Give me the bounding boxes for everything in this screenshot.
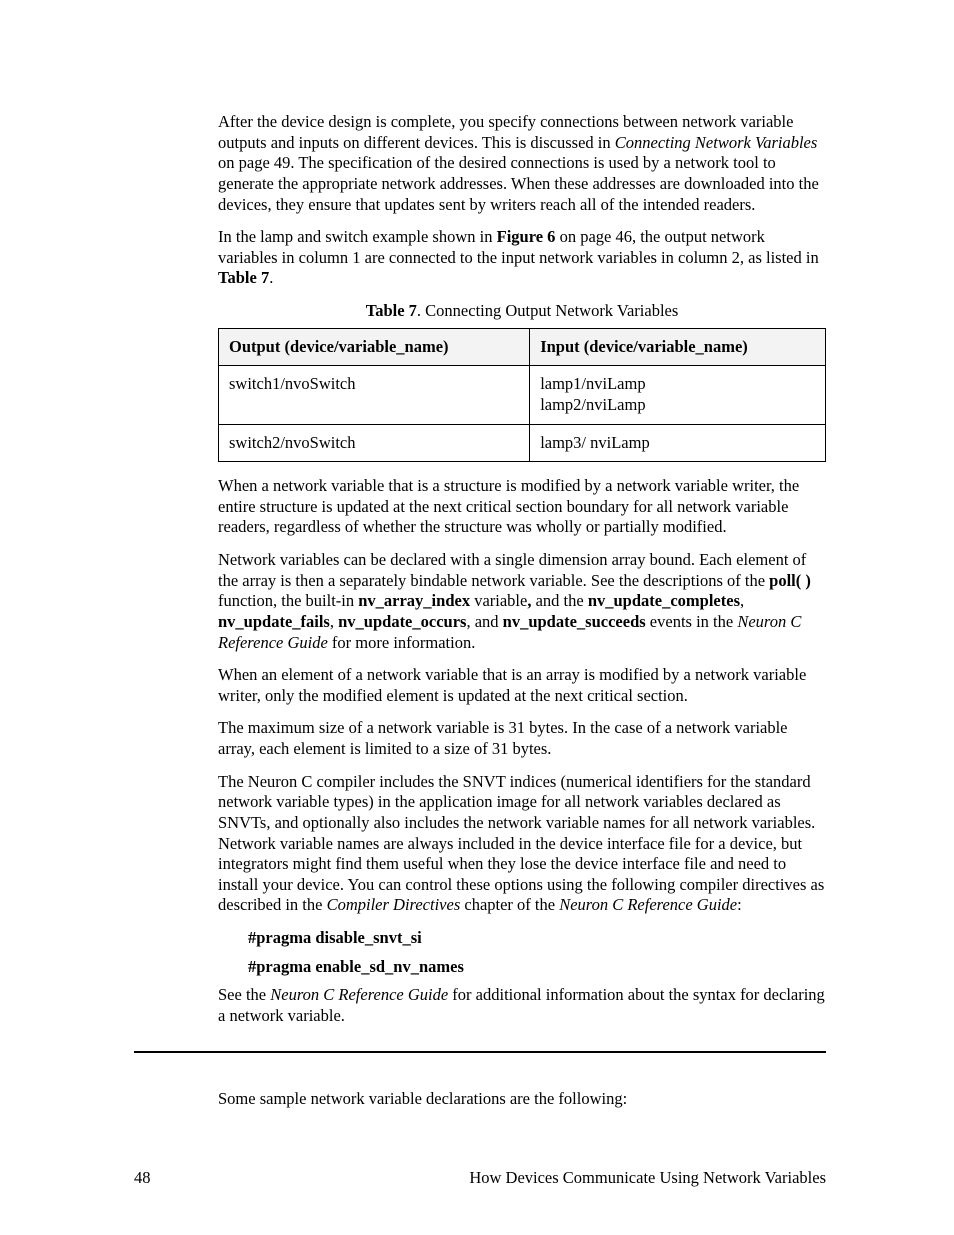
text: and the [531,591,587,610]
ref-compiler-directives: Compiler Directives [327,895,461,914]
page: After the device design is complete, you… [0,0,954,1235]
page-number: 48 [134,1168,151,1189]
paragraph-4: Network variables can be declared with a… [218,550,826,653]
text: lamp2/nviLamp [540,395,645,414]
table-title: . Connecting Output Network Variables [417,301,678,320]
paragraph-8: See the Neuron C Reference Guide for add… [218,985,826,1026]
ref-table-7: Table 7 [218,268,269,287]
paragraph-3: When a network variable that is a struct… [218,476,826,538]
pragma-disable-snvt-si: #pragma disable_snvt_si [248,928,826,949]
section-divider [134,1051,826,1053]
table-connections: Output (device/variable_name) Input (dev… [218,328,826,463]
text: See the [218,985,270,1004]
text: , [330,612,338,631]
text: events in the [646,612,738,631]
cell-output-1: switch1/nvoSwitch [219,366,530,424]
paragraph-5: When an element of a network variable th… [218,665,826,706]
paragraph-1: After the device design is complete, you… [218,112,826,215]
paragraph-2: In the lamp and switch example shown in … [218,227,826,289]
table-row: switch2/nvoSwitch lamp3/ nviLamp [219,424,826,462]
table-row: switch1/nvoSwitch lamp1/nviLamp lamp2/nv… [219,366,826,424]
kw-nv-update-fails: nv_update_fails [218,612,330,631]
ref-guide: Neuron C Reference Guide [559,895,737,914]
text: chapter of the [460,895,559,914]
cell-input-2: lamp3/ nviLamp [530,424,826,462]
link-connecting-nv: Connecting Network Variables [615,133,818,152]
text: variable [470,591,527,610]
ref-guide: Neuron C Reference Guide [270,985,448,1004]
text: lamp1/nviLamp [540,374,645,393]
text: , [740,591,744,610]
text: The Neuron C compiler includes the SNVT … [218,772,824,915]
cell-input-1: lamp1/nviLamp lamp2/nviLamp [530,366,826,424]
table-caption: Table 7. Connecting Output Network Varia… [218,301,826,322]
pragma-block: #pragma disable_snvt_si #pragma enable_s… [248,928,826,977]
text: : [737,895,742,914]
cell-output-2: switch2/nvoSwitch [219,424,530,462]
pragma-enable-sd-nv-names: #pragma enable_sd_nv_names [248,957,826,978]
kw-nv-update-occurs: nv_update_occurs [338,612,466,631]
text: on page 49. The specification of the des… [218,153,819,213]
text: In the lamp and switch example shown in [218,227,497,246]
paragraph-6: The maximum size of a network variable i… [218,718,826,759]
text: , and [466,612,502,631]
ref-figure-6: Figure 6 [497,227,556,246]
kw-nv-array-index: nv_array_index [358,591,470,610]
table-number: Table 7 [366,301,417,320]
table-header-row: Output (device/variable_name) Input (dev… [219,328,826,366]
paragraph-7: The Neuron C compiler includes the SNVT … [218,772,826,916]
chapter-title: How Devices Communicate Using Network Va… [469,1168,826,1189]
paragraph-9: Some sample network variable declaration… [218,1089,826,1110]
text: function, the built-in [218,591,358,610]
kw-poll: poll( ) [769,571,811,590]
page-footer: 48 How Devices Communicate Using Network… [134,1168,826,1189]
kw-nv-update-succeeds: nv_update_succeeds [503,612,646,631]
text: Network variables can be declared with a… [218,550,806,590]
th-input: Input (device/variable_name) [530,328,826,366]
text: . [269,268,273,287]
th-output: Output (device/variable_name) [219,328,530,366]
kw-nv-update-completes: nv_update_completes [588,591,740,610]
text: for more information. [328,633,476,652]
